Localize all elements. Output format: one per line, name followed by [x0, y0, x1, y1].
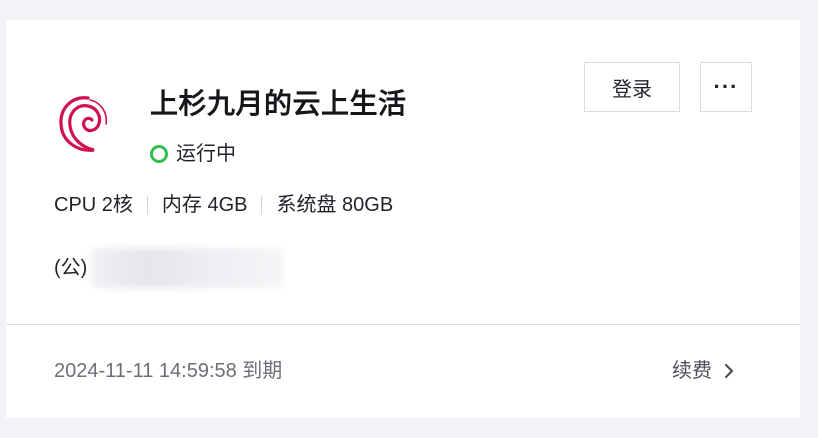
instance-specs: CPU 2核 内存 4GB 系统盘 80GB [54, 190, 393, 220]
spec-cpu: CPU 2核 [54, 194, 133, 216]
public-ip-redacted [91, 248, 284, 288]
card-divider [6, 324, 800, 325]
instance-status: 运行中 [150, 140, 236, 168]
chevron-right-icon [724, 363, 734, 379]
instance-name: 上杉九月的云上生活 [150, 88, 407, 119]
renew-label: 续费 [672, 360, 712, 382]
status-label: 运行中 [176, 143, 236, 165]
spec-divider [261, 196, 263, 214]
public-ip: (公) [54, 248, 284, 288]
spec-disk: 系统盘 80GB [276, 194, 394, 216]
public-ip-label: (公) [54, 257, 88, 279]
expire-time: 2024-11-11 14:59:58 到期 [54, 360, 283, 382]
instance-card: 上杉九月的云上生活 运行中 登录 ··· CPU 2核 内存 4GB 系统盘 8… [6, 20, 800, 418]
debian-logo-icon [59, 96, 108, 152]
renew-link[interactable]: 续费 [672, 356, 734, 386]
spec-memory: 内存 4GB [161, 194, 248, 216]
status-running-icon [150, 145, 168, 163]
login-button[interactable]: 登录 [584, 62, 680, 112]
more-options-button[interactable]: ··· [700, 62, 752, 112]
spec-divider [146, 196, 148, 214]
